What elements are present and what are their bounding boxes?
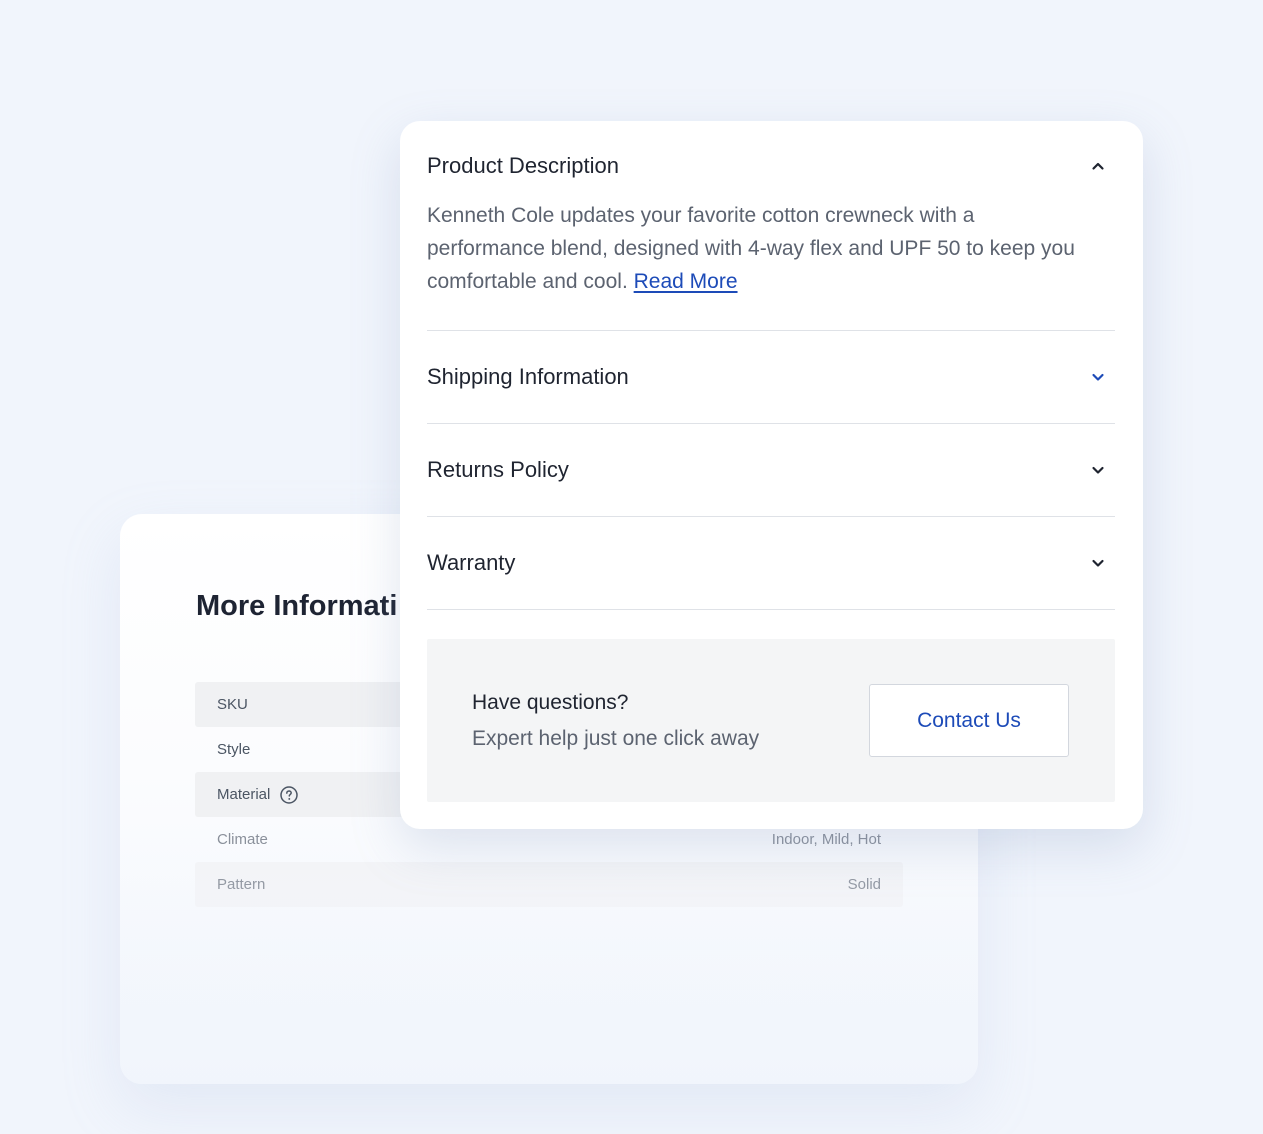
accordion-header-product-description[interactable]: Product Description: [427, 153, 1115, 179]
info-row-label: Style: [217, 741, 251, 758]
accordion-section-warranty: Warranty: [427, 550, 1115, 576]
read-more-link[interactable]: Read More: [634, 270, 738, 293]
accordion-section-shipping: Shipping Information: [427, 364, 1115, 390]
chevron-down-icon[interactable]: [1091, 465, 1105, 475]
contact-us-button[interactable]: Contact Us: [869, 684, 1069, 757]
accordion-divider: [427, 516, 1115, 517]
info-row-value: Indoor, Mild, Hot: [771, 831, 881, 848]
accordion-section-product-description: Product Description Kenneth Cole updates…: [427, 153, 1115, 298]
more-information-title: More Informati: [196, 590, 398, 622]
chevron-up-icon[interactable]: [1091, 161, 1105, 171]
accordion-header-returns[interactable]: Returns Policy: [427, 457, 1115, 483]
accordion-title: Product Description: [427, 153, 619, 178]
accordion-divider: [427, 609, 1115, 610]
info-row-value: Solid: [847, 876, 881, 893]
product-details-accordion: Product Description Kenneth Cole updates…: [400, 121, 1143, 829]
product-description-body: Kenneth Cole updates your favorite cotto…: [427, 199, 1095, 298]
help-circle-icon[interactable]: [280, 785, 299, 804]
accordion-header-warranty[interactable]: Warranty: [427, 550, 1115, 576]
info-row-label: Climate: [217, 831, 268, 848]
help-subtitle: Expert help just one click away: [472, 727, 760, 750]
chevron-down-icon[interactable]: [1091, 372, 1105, 382]
info-row-label: Material: [217, 786, 271, 803]
info-row-pattern: Pattern Solid: [195, 862, 903, 907]
help-question: Have questions?: [472, 691, 629, 714]
info-row-label-wrap: Material: [217, 785, 299, 804]
product-description-text: Kenneth Cole updates your favorite cotto…: [427, 204, 1075, 293]
accordion-divider: [427, 423, 1115, 424]
info-row-label: SKU: [217, 696, 248, 713]
accordion-title: Returns Policy: [427, 457, 569, 482]
info-row-label: Pattern: [217, 876, 266, 893]
accordion-divider: [427, 330, 1115, 331]
accordion-header-shipping[interactable]: Shipping Information: [427, 364, 1115, 390]
chevron-down-icon[interactable]: [1091, 558, 1105, 568]
accordion-title: Shipping Information: [427, 364, 629, 389]
accordion-section-returns: Returns Policy: [427, 457, 1115, 483]
accordion-title: Warranty: [427, 550, 516, 575]
help-box: Have questions? Expert help just one cli…: [427, 639, 1115, 802]
